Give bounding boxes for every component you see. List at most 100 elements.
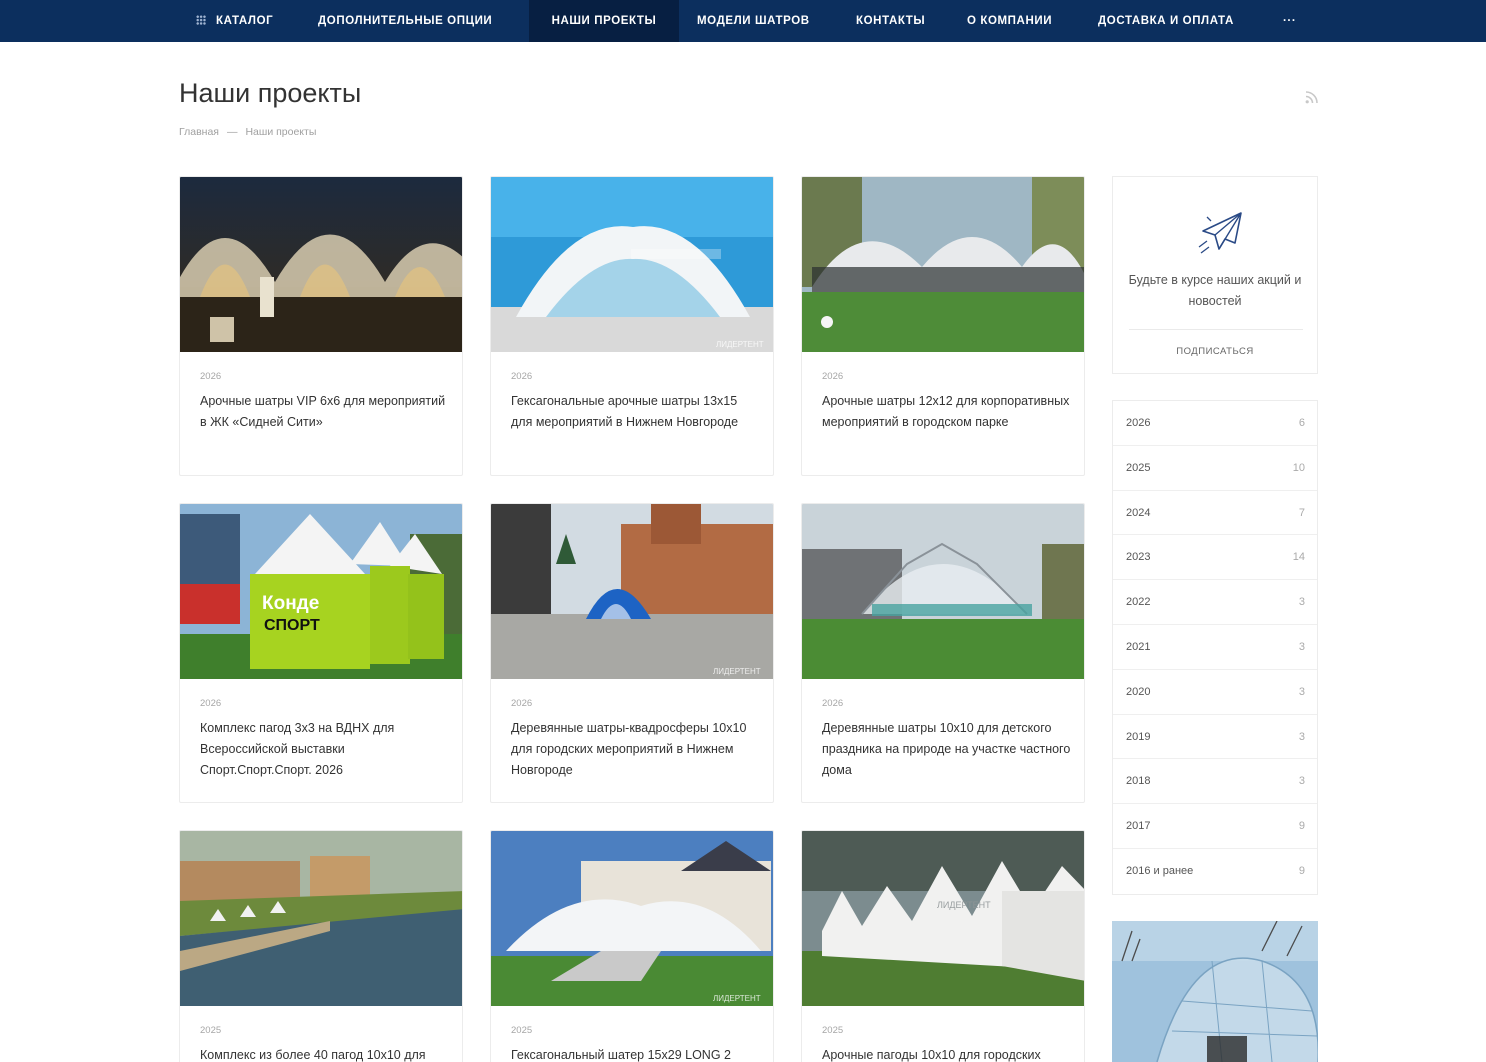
top-navigation: Каталог Дополнительные опции Наши проект… [0,0,1486,42]
project-title[interactable]: Гексагональные арочные шатры 13х15 для м… [511,391,761,433]
project-photo[interactable]: ЛИДЕРТЕНТ [491,504,773,679]
nav-catalog[interactable]: Каталог [196,0,273,42]
project-title[interactable]: Комплекс из более 40 пагод 10х10 для [200,1045,450,1062]
project-card[interactable]: 2026 Деревянные шатры 10х10 для детского… [801,503,1085,803]
project-year: 2026 [822,371,844,382]
project-photo[interactable]: ЛИДЕРТЕНТ [491,177,773,352]
year-label: 2020 [1126,685,1151,698]
year-label: 2024 [1126,506,1151,519]
year-count: 3 [1298,596,1305,609]
year-filter-item[interactable]: 2021 3 [1113,625,1317,670]
banner-word-text: СПОРТ [264,617,320,634]
project-card[interactable]: ЛИДЕРТЕНТ 2026 Деревянные шатры-квадросф… [490,503,774,803]
breadcrumb-current: Наши проекты [245,126,317,138]
banner-brand-text: Конде [262,593,319,614]
year-count: 3 [1298,730,1305,743]
year-filter-item[interactable]: 2022 3 [1113,580,1317,625]
year-count: 10 [1292,461,1305,474]
breadcrumb-separator: — [226,126,238,138]
project-photo[interactable] [180,177,462,352]
project-title[interactable]: Арочные шатры 12х12 для корпоративных ме… [822,391,1072,433]
project-card[interactable]: ЛИДЕРТЕНТ 2026 Гексагональные арочные ша… [490,176,774,476]
year-label: 2026 [1126,417,1151,429]
year-filter-item[interactable]: 2016 и ранее 9 [1113,849,1317,894]
subscribe-text: Будьте в курсе наших акций и новостей [1128,273,1302,308]
nav-projects-label: Наши проекты [551,15,657,27]
project-photo[interactable]: Конде СПОРТ [180,504,462,679]
project-card[interactable]: ЛИДЕРТЕНТ 2025 Гексагональный шатер 15х2… [490,830,774,1062]
paper-plane-icon [1198,212,1242,254]
watermark-text: ЛИДЕРТЕНТ [716,340,764,349]
project-card[interactable]: 2025 Комплекс из более 40 пагод 10х10 дл… [179,830,463,1062]
project-year: 2026 [200,698,222,709]
year-label: 2023 [1126,551,1151,564]
year-filter-item[interactable]: 2026 6 [1113,401,1317,446]
year-count: 3 [1298,640,1305,653]
project-title[interactable]: Деревянные шатры-квадросферы 10х10 для г… [511,718,761,781]
year-count: 7 [1298,506,1305,519]
year-count: 6 [1298,417,1305,429]
year-count: 3 [1298,685,1305,698]
breadcrumb: Главная — Наши проекты [179,126,316,138]
nav-options[interactable]: Дополнительные опции [318,0,492,42]
year-filter-item[interactable]: 2017 9 [1113,804,1317,849]
year-filter-item[interactable]: 2018 3 [1113,759,1317,805]
year-label: 2021 [1126,640,1151,653]
project-year: 2026 [511,698,533,709]
breadcrumb-home[interactable]: Главная [179,126,219,138]
year-label: 2022 [1126,596,1151,609]
project-photo[interactable] [802,504,1084,679]
project-title[interactable]: Комплекс пагод 3х3 на ВДНХ для Всероссий… [200,718,450,781]
project-title[interactable]: Гексагональный шатер 15х29 LONG 2 [511,1045,761,1062]
project-title[interactable]: Арочные шатры VIP 6х6 для мероприятий в … [200,391,450,433]
year-count: 3 [1298,775,1305,788]
promo-banner-image[interactable] [1112,921,1318,1062]
year-filter-item[interactable]: 2020 3 [1113,670,1317,715]
watermark-text: ЛИДЕРТЕНТ [713,994,761,1003]
project-year: 2026 [200,371,222,382]
year-label: 2018 [1126,775,1151,788]
project-year: 2025 [200,1025,222,1036]
project-photo[interactable]: ЛИДЕРТЕНТ [491,831,773,1006]
project-title[interactable]: Деревянные шатры 10х10 для детского праз… [822,718,1072,781]
project-year: 2025 [511,1025,533,1036]
project-card[interactable]: Конде СПОРТ 2026 Комплекс пагод 3х3 на В… [179,503,463,803]
year-count: 9 [1298,820,1305,833]
year-filter-item[interactable]: 2024 7 [1113,491,1317,536]
year-label: 2016 и ранее [1126,864,1194,877]
nav-about[interactable]: О компании [967,0,1052,42]
year-count: 14 [1292,551,1305,564]
project-title[interactable]: Арочные пагоды 10х10 для городских [822,1045,1072,1062]
year-label: 2019 [1126,730,1151,743]
watermark-text: ЛИДЕРТЕНТ [937,900,991,910]
year-label: 2017 [1126,820,1151,833]
year-filter-item[interactable]: 2023 14 [1113,535,1317,581]
year-filter-item[interactable]: 2025 10 [1113,446,1317,491]
nav-projects[interactable]: Наши проекты [529,0,679,42]
subscribe-widget: Будьте в курсе наших акций и новостей По… [1112,176,1318,374]
page-title: Наши проекты [179,78,362,108]
nav-more-button[interactable]: ··· [1283,0,1296,42]
year-count: 9 [1298,864,1305,877]
year-filter-item[interactable]: 2019 3 [1113,715,1317,760]
project-photo[interactable]: ЛИДЕРТЕНТ [802,831,1084,1006]
nav-models[interactable]: Модели шатров [697,0,810,42]
years-filter-list: 2026 6 2025 10 2024 7 2023 14 2022 3 2021 3 20… [1112,400,1318,895]
grid-icon [196,15,206,25]
nav-catalog-label: Каталог [216,15,274,27]
project-year: 2025 [822,1025,844,1036]
project-card[interactable]: 2026 Арочные шатры VIP 6х6 для мероприят… [179,176,463,476]
project-year: 2026 [822,698,844,709]
nav-contacts[interactable]: Контакты [856,0,925,42]
project-card[interactable]: 2026 Арочные шатры 12х12 для корпоративн… [801,176,1085,476]
project-photo[interactable] [180,831,462,1006]
nav-delivery[interactable]: Доставка и оплата [1098,0,1234,42]
divider [1129,329,1303,330]
year-label: 2025 [1126,461,1151,474]
project-photo[interactable] [802,177,1084,352]
rss-icon[interactable] [1304,89,1320,105]
subscribe-button[interactable]: Подписаться [1113,346,1317,357]
project-year: 2026 [511,371,533,382]
project-card[interactable]: ЛИДЕРТЕНТ 2025 Арочные пагоды 10х10 для … [801,830,1085,1062]
watermark-text: ЛИДЕРТЕНТ [713,667,761,676]
